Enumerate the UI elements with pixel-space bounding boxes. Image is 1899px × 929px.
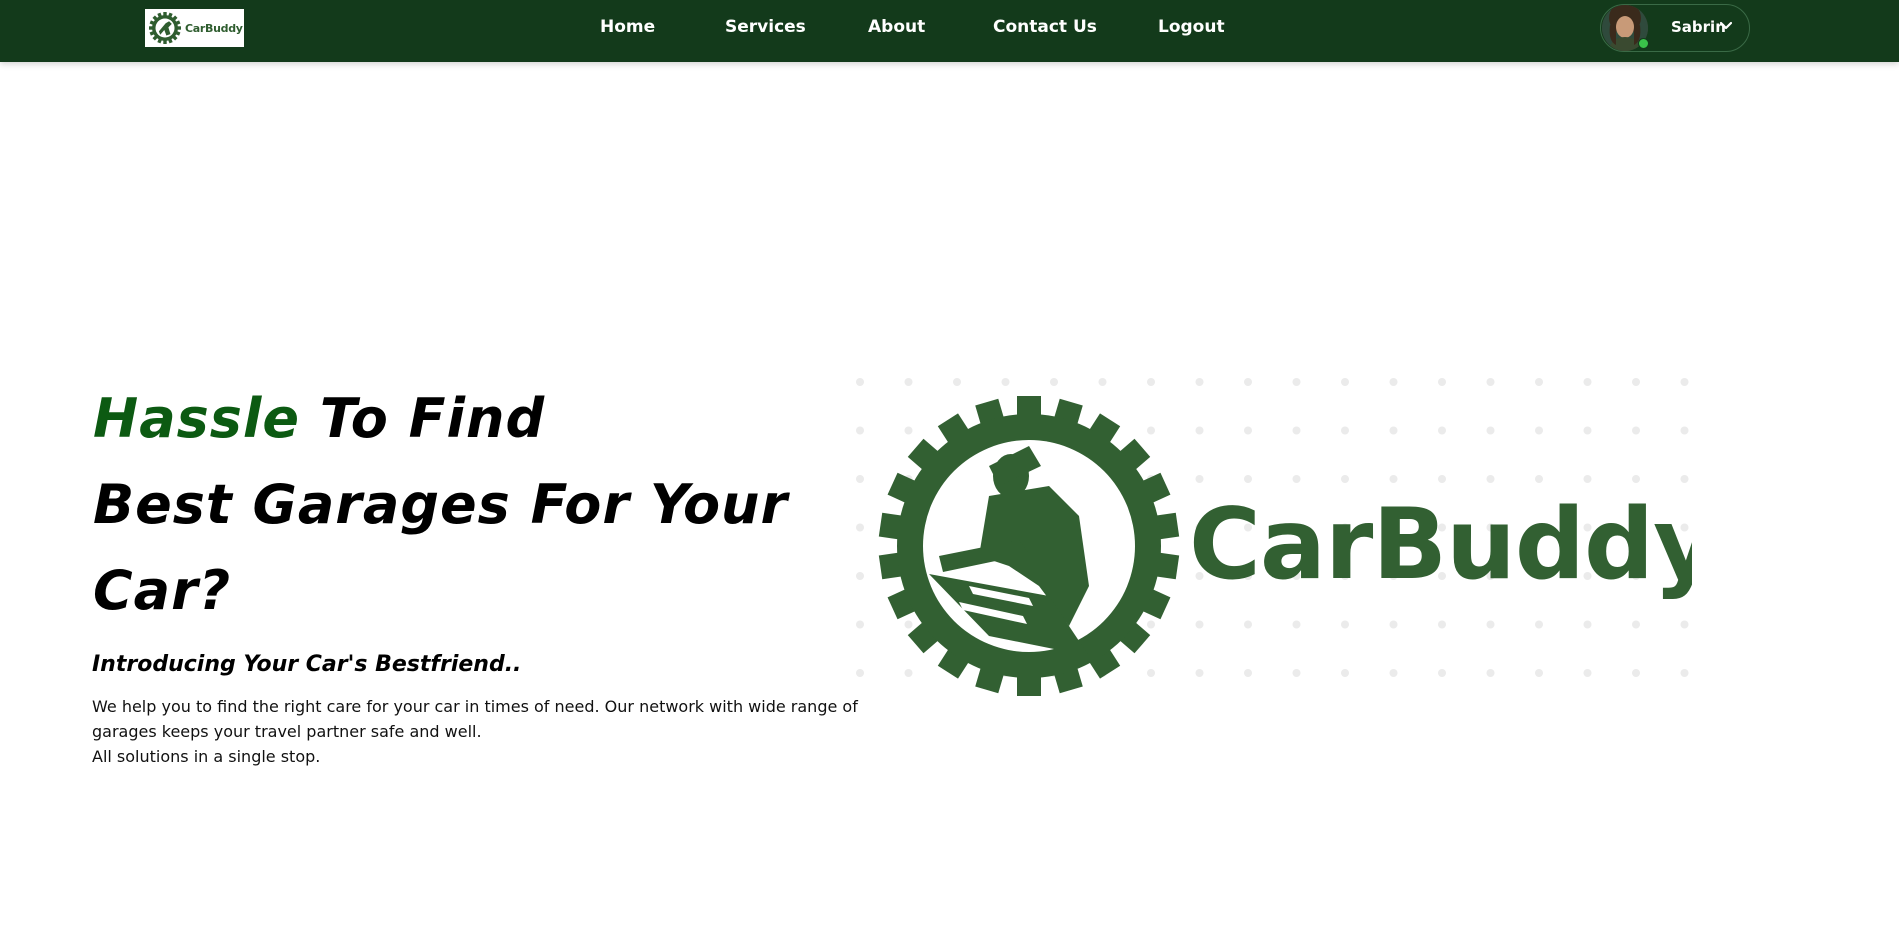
online-status-dot <box>1638 38 1649 49</box>
hero-title-line3: Car? <box>93 559 232 622</box>
nav-about-link[interactable]: About <box>868 17 925 37</box>
hero-title-line2: Best Garages For Your <box>93 473 789 536</box>
hero-description-line2: All solutions in a single stop. <box>92 747 321 766</box>
profile-name[interactable]: Sabrin <box>1671 18 1726 36</box>
nav-services-link[interactable]: Services <box>725 17 806 37</box>
hero-subtitle: Introducing Your Car's Bestfriend.. <box>92 652 522 677</box>
hero-title: Hassle To Find Best Garages For Your Car… <box>93 376 788 634</box>
nav-contact-link[interactable]: Contact Us <box>993 17 1097 37</box>
hero-description-line1: We help you to find the right care for y… <box>92 697 858 741</box>
gear-mechanic-logo-icon <box>878 396 1180 696</box>
hero-brand-text: CarBuddy <box>1189 488 1692 602</box>
nav-logout-link[interactable]: Logout <box>1158 17 1225 37</box>
hero-title-accent: Hassle <box>93 387 301 450</box>
hero-brand-image: CarBuddy <box>856 378 1692 714</box>
nav-home-link[interactable]: Home <box>600 17 655 37</box>
hero-title-line1: To Find <box>300 387 546 450</box>
chevron-down-icon[interactable] <box>1720 21 1732 31</box>
hero-description: We help you to find the right care for y… <box>92 694 862 769</box>
top-navbar: CarBuddy Home Services About Contact Us … <box>0 0 1899 62</box>
